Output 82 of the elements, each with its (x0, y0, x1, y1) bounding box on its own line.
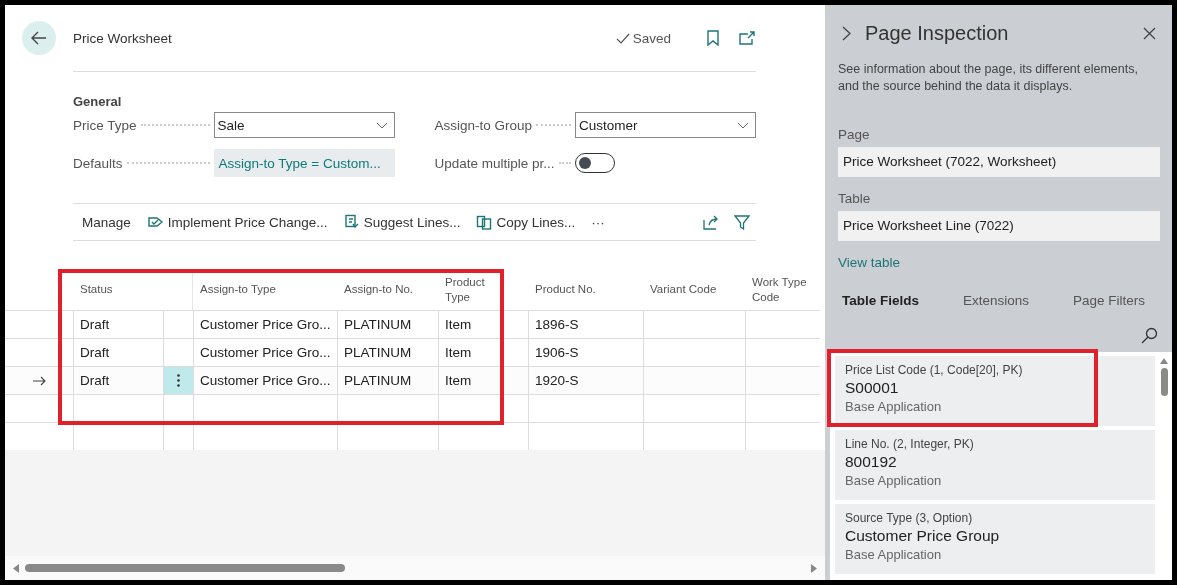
action-button[interactable]: Copy Lines... (476, 214, 576, 230)
check-icon (615, 32, 630, 44)
copy-icon (476, 214, 493, 230)
dropdown-field[interactable]: Customer (575, 112, 756, 138)
field-caption: Source Type (3, Option) (845, 510, 974, 525)
view-table-link[interactable]: View table (838, 254, 901, 270)
panel-tab[interactable]: Page Filters (1073, 284, 1168, 317)
column-header[interactable]: Variant Code (650, 282, 717, 297)
table-cell: Customer Price Gro... (193, 338, 337, 366)
table-cell: 1896-S (528, 310, 643, 338)
table-cell: PLATINUM (337, 366, 438, 394)
field-label: Table (838, 190, 872, 206)
column-header[interactable]: Assign-to Type (200, 282, 276, 297)
table-cell: Customer Price Gro... (193, 310, 337, 338)
table-cell: Item (438, 338, 528, 366)
field-label: Update multiple pr... (434, 155, 555, 171)
action-button[interactable]: Suggest Lines... (343, 214, 461, 230)
row-arrow-icon (32, 375, 46, 386)
column-header[interactable]: Status (80, 282, 113, 297)
panel-title: Page Inspection (865, 21, 1010, 45)
field-card[interactable]: Line No. (2, Integer, PK) 800192 Base Application (835, 429, 1155, 500)
scrollbar-thumb[interactable] (25, 564, 345, 572)
table-cell: PLATINUM (337, 338, 438, 366)
field-label: Price Type (73, 117, 137, 133)
defaults-field[interactable]: Assign-to Type = Custom... (213, 149, 395, 177)
open-in-new-window-icon[interactable] (739, 31, 755, 45)
search-icon[interactable] (1141, 326, 1158, 344)
scroll-left-icon (13, 563, 19, 573)
table-field: Price Worksheet Line (7022) (838, 210, 1160, 241)
chevron-down-icon (737, 121, 749, 129)
field-label: Defaults (73, 155, 123, 171)
column-header[interactable]: Assign-to No. (344, 282, 414, 297)
field-label: Assign-to Group (434, 117, 533, 133)
table-cell: Item (438, 310, 528, 338)
table-cell: Draft (73, 310, 163, 338)
section-heading: General (73, 94, 123, 109)
column-header[interactable]: Product Type (445, 274, 504, 305)
table-cell: Draft (73, 338, 163, 366)
column-header[interactable]: Product No. (535, 282, 596, 297)
close-icon[interactable] (1143, 26, 1156, 40)
bookmark-icon[interactable] (707, 30, 719, 46)
field-card[interactable]: Source Type (3, Option) Customer Price Group Base Application (835, 503, 1155, 574)
back-button[interactable] (22, 21, 56, 55)
action-button[interactable]: ··· (591, 214, 605, 230)
filter-icon[interactable] (734, 214, 750, 230)
field-source: Base Application (845, 546, 943, 562)
table-cell: 1906-S (528, 338, 643, 366)
scrollbar-thumb[interactable] (1160, 367, 1168, 396)
scroll-right-icon (811, 563, 817, 573)
dropdown-field[interactable]: Sale (213, 112, 395, 138)
document-arrows-icon (343, 214, 360, 230)
save-status: Saved (632, 30, 671, 46)
field-caption: Price List Code (1, Code[20], PK) (845, 362, 1024, 377)
back-arrow-icon (31, 31, 47, 45)
share-icon[interactable] (703, 214, 720, 230)
more-vertical-icon (177, 374, 180, 387)
field-label: Page (838, 126, 871, 142)
action-button[interactable]: Manage (82, 214, 131, 230)
field-card[interactable]: Price List Code (1, Code[20], PK) S00001 Base Application (835, 355, 1155, 426)
action-button[interactable]: Implement Price Change... (146, 214, 328, 230)
panel-tab[interactable]: Extensions (963, 284, 1052, 317)
chevron-down-icon (375, 121, 388, 129)
page-field: Price Worksheet (7022, Worksheet) (838, 146, 1160, 177)
field-value: 800192 (845, 452, 898, 471)
price-tag-icon (146, 215, 164, 229)
panel-description: See information about the page, its different elements, and the source behind the data it displays. (838, 61, 1139, 95)
field-source: Base Application (845, 472, 943, 488)
page-title: Price Worksheet (73, 30, 173, 46)
table-cell: 1920-S (528, 366, 643, 394)
field-caption: Line No. (2, Integer, PK) (845, 436, 975, 451)
scroll-up-icon (1160, 357, 1168, 364)
toggle-switch[interactable] (575, 153, 615, 173)
field-source: Base Application (845, 398, 943, 414)
table-cell: Item (438, 366, 528, 394)
field-value: S00001 (845, 378, 900, 397)
table-cell: PLATINUM (337, 310, 438, 338)
panel-tab[interactable]: Table Fields (838, 284, 942, 317)
table-cell (163, 394, 193, 422)
table-cell: Customer Price Gro... (193, 366, 337, 394)
field-value: Customer Price Group (845, 526, 1001, 545)
chevron-right-icon[interactable] (842, 25, 851, 41)
column-header[interactable]: Work Type Code (752, 274, 812, 305)
